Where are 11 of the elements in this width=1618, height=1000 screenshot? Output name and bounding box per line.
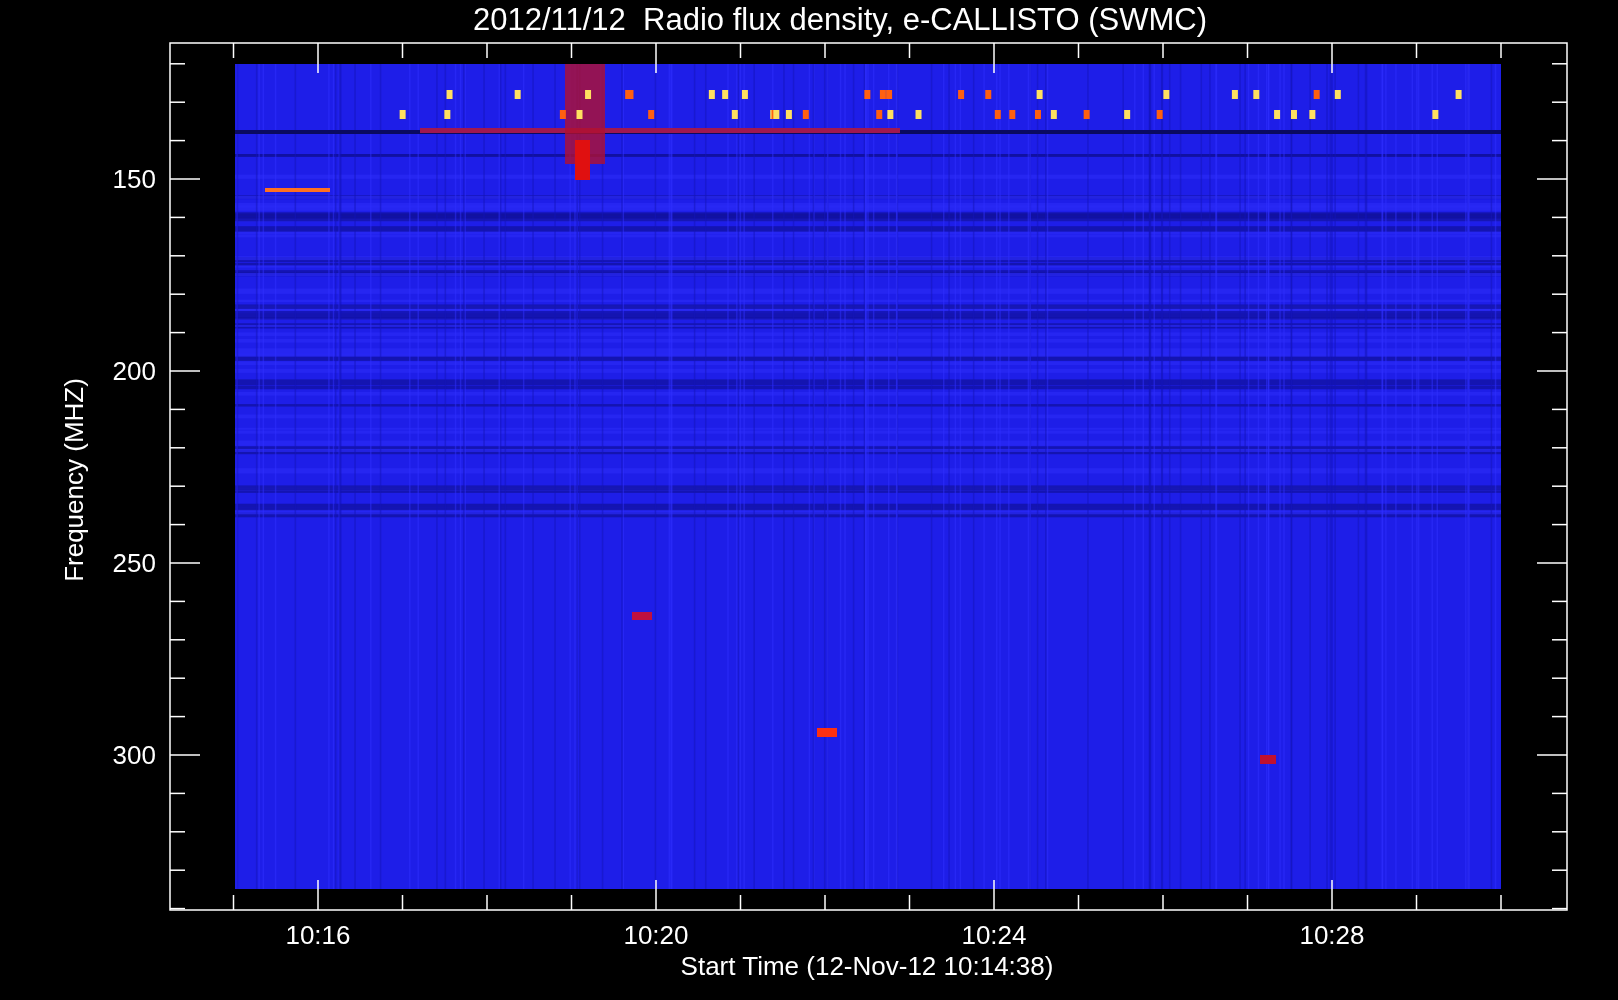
y-tick-label: 200 — [112, 356, 156, 386]
x-tick-label: 10:24 — [961, 920, 1027, 950]
y-tick-label: 150 — [112, 164, 156, 194]
x-tick-label: 10:16 — [285, 920, 351, 950]
x-tick-label: 10:28 — [1299, 920, 1365, 950]
y-tick-label: 300 — [112, 740, 156, 770]
y-axis-label: Frequency (MHZ) — [59, 378, 89, 582]
x-axis-label: Start Time (12-Nov-12 10:14:38) — [680, 951, 1054, 981]
y-tick-label: 250 — [112, 548, 156, 578]
chart-title: 2012/11/12 Radio flux density, e-CALLISTO (SWMC) — [473, 2, 1207, 37]
x-tick-label: 10:20 — [623, 920, 689, 950]
